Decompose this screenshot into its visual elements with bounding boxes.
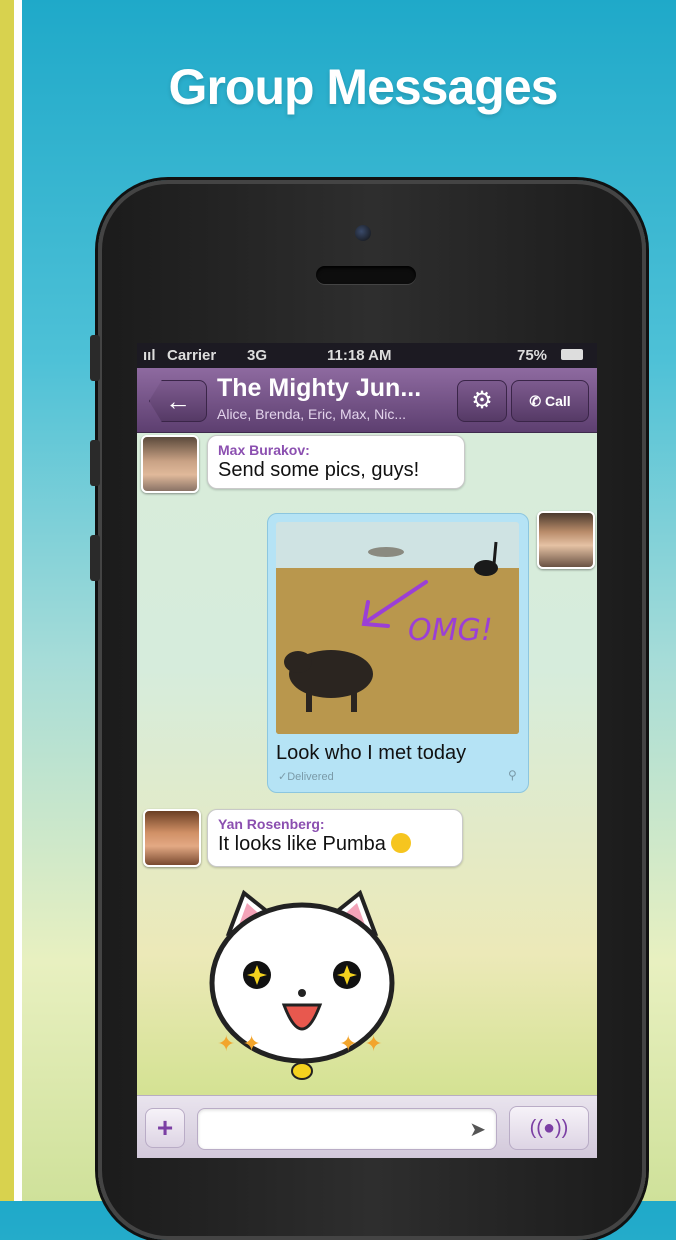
avatar-yan-rosenberg[interactable]: [143, 809, 201, 867]
chat-title: The Mighty Jun...: [217, 374, 422, 402]
signal-icon: ııl: [143, 347, 156, 364]
svg-text:✦ ✦: ✦ ✦: [217, 1032, 261, 1057]
avatar-me[interactable]: [537, 511, 595, 569]
back-button[interactable]: ←: [149, 380, 207, 422]
battery-icon: [561, 349, 583, 360]
chat-participants: Alice, Brenda, Eric, Max, Nic...: [217, 406, 407, 422]
message-bubble-max: Max Burakov: Send some pics, guys!: [207, 435, 465, 489]
message-input-bar: + ➤ ((●)): [137, 1095, 597, 1158]
gear-icon: ⚙: [471, 387, 493, 414]
back-arrow-icon: ←: [165, 386, 191, 416]
warthog-photo[interactable]: OMG!: [276, 522, 519, 734]
cat-sticker[interactable]: ✦ ✦ ✦ ✦: [199, 883, 405, 1083]
carrier-label: Carrier: [167, 347, 217, 364]
status-time: 11:18 AM: [327, 347, 392, 364]
promo-title: Group Messages: [168, 59, 559, 115]
attach-button[interactable]: +: [145, 1108, 185, 1148]
volume-down-button: [90, 535, 100, 581]
avatar-max-burakov[interactable]: [141, 435, 199, 493]
settings-button[interactable]: ⚙: [457, 380, 507, 422]
battery-percent: 75%: [517, 347, 548, 364]
photo-annotation: OMG!: [408, 613, 493, 648]
photo-message-bubble[interactable]: OMG! Look who I met today ✓Delivered ⚲: [267, 513, 529, 793]
chat-navbar: ← The Mighty Jun... Alice, Brenda, Eric,…: [137, 368, 597, 433]
photo-caption: Look who I met today: [276, 742, 467, 764]
location-pin-icon: ⚲: [508, 768, 517, 782]
call-label: Call: [544, 393, 571, 409]
message-sender: Max Burakov:: [218, 442, 310, 458]
photo-drawing: OMG!: [276, 522, 519, 734]
phone-icon: ✆: [529, 393, 542, 409]
mute-switch: [90, 335, 100, 381]
message-bubble-yan: Yan Rosenberg: It looks like Pumba: [207, 809, 463, 867]
microphone-icon: ((●)): [529, 1117, 569, 1139]
network-label: 3G: [247, 347, 268, 364]
send-icon[interactable]: ➤: [469, 1117, 486, 1142]
message-sender: Yan Rosenberg:: [218, 816, 325, 832]
status-bar: ııl Carrier 3G 11:18 AM 75%: [137, 343, 597, 368]
delivery-status: ✓Delivered: [278, 771, 334, 783]
call-button[interactable]: ✆ Call: [511, 380, 589, 422]
message-text: It looks like Pumba: [218, 833, 452, 856]
message-text: Send some pics, guys!: [218, 459, 420, 481]
message-input[interactable]: ➤: [197, 1108, 497, 1150]
voice-message-button[interactable]: ((●)): [509, 1106, 589, 1150]
svg-text:✦ ✦: ✦ ✦: [339, 1032, 383, 1057]
plus-icon: +: [156, 1112, 174, 1143]
earpiece-speaker: [316, 266, 416, 284]
phone-screen: ııl Carrier 3G 11:18 AM 75% ← The Mighty…: [137, 343, 597, 1158]
left-border-strip: [0, 0, 22, 1201]
volume-up-button: [90, 440, 100, 486]
front-camera: [355, 225, 371, 241]
laughing-emoji-icon: [391, 833, 412, 853]
